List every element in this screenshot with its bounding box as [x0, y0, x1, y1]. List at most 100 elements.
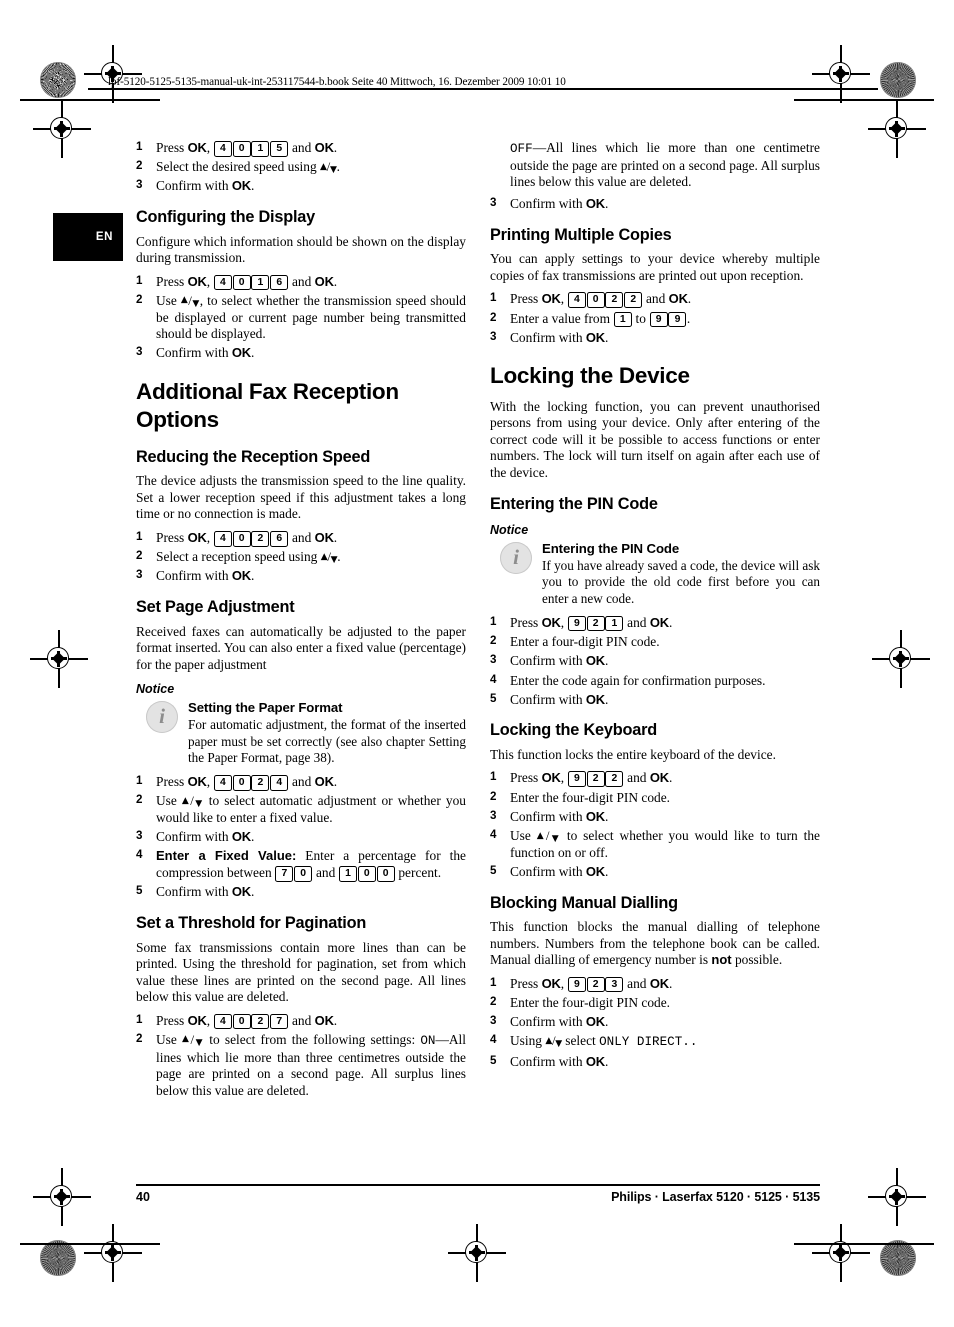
registration-mark-bottom-left [84, 1224, 142, 1282]
setting-off-description: OFF—All lines which lie more than one ce… [510, 140, 820, 190]
step-text: Use ▲/▼ to select from the following set… [156, 1031, 467, 1098]
ok-key-label: OK [314, 530, 334, 546]
list-item: 1 Press OK, 4027 and OK. [136, 1013, 466, 1030]
key-box: 0 [586, 292, 605, 308]
ok-key-label: OK [649, 614, 669, 630]
list-item: 1 Press OK, 921 and OK. [490, 615, 820, 632]
list-item: 2 Select the desired speed using ▲/▼. [136, 159, 466, 176]
up-down-arrow-icon: ▲/▼ [536, 828, 561, 845]
display-value-on: ON [420, 1033, 436, 1048]
info-icon: i [146, 701, 178, 734]
registration-mark-bottom-center [448, 1224, 506, 1282]
step-text: Select the desired speed using ▲/▼. [156, 159, 340, 176]
list-item: OFF—All lines which lie more than one ce… [490, 140, 820, 191]
ok-key-label: OK [187, 774, 207, 790]
key-box: 0 [232, 775, 251, 791]
intro-configuring-the-display: Configure which information should be sh… [136, 233, 466, 266]
ok-key-label: OK [187, 530, 207, 546]
key-box: 0 [376, 866, 395, 882]
up-down-arrow-icon: ▲/▼ [320, 159, 337, 176]
intro-reducing-reception-speed: The device adjusts the transmission spee… [136, 473, 466, 522]
ok-key-label: OK [231, 884, 251, 900]
step-text: Press OK, 4022 and OK. [510, 291, 692, 308]
ok-key-label: OK [231, 568, 251, 584]
key-box: 2 [586, 771, 605, 787]
step-text: Confirm with OK. [510, 808, 609, 824]
step-text: Enter the four-digit PIN code. [510, 789, 671, 805]
registration-mark-top-right-lower [868, 100, 926, 158]
off-setting-list: OFF—All lines which lie more than one ce… [490, 140, 820, 213]
key-box: 9 [668, 311, 687, 328]
step-number: 3 [490, 1014, 497, 1028]
key-box: 0 [357, 866, 376, 882]
step-number: 3 [490, 653, 497, 667]
heading-printing-multiple-copies: Printing Multiple Copies [490, 225, 672, 244]
up-down-arrow-icon: ▲/▼ [182, 1031, 205, 1048]
step-number: 1 [136, 774, 143, 788]
step-number: 5 [490, 863, 497, 877]
display-value-off: OFF [510, 142, 533, 156]
step-text: Use ▲/▼ to select automatic adjustment o… [156, 793, 466, 826]
list-item: 1 Press OK, 4016 and OK. [136, 274, 466, 291]
ok-key-label: OK [668, 291, 688, 307]
key-box: 1 [613, 311, 632, 328]
registration-mark-middle-right [872, 630, 930, 688]
key-box: 7 [270, 1013, 289, 1030]
list-item: 1 Press OK, 4026 and OK. [136, 530, 466, 547]
key-box: 2 [251, 531, 270, 547]
footer-brand: Philips · Laserfax 5120 · 5125 · 5135 [611, 1190, 820, 1204]
footer-page-number: 40 [136, 1190, 150, 1204]
page-adjustment-steps: 1 Press OK, 4024 and OK. 2 Use ▲/▼ to se… [136, 774, 466, 901]
step-number: 4 [490, 1033, 497, 1047]
key-box: 9 [567, 615, 586, 632]
step-text: Press OK, 921 and OK. [510, 614, 673, 632]
ok-key-label: OK [585, 196, 605, 212]
step-number: 3 [136, 568, 143, 582]
step-number: 4 [490, 672, 497, 686]
step-text: Press OK, 4027 and OK. [156, 1012, 338, 1030]
ok-key-label: OK [314, 774, 334, 790]
ok-key-label: OK [231, 345, 251, 361]
key-box: 1 [251, 274, 270, 291]
list-item: 3 Confirm with OK. [136, 568, 466, 585]
step-number: 2 [490, 994, 497, 1008]
step-text: Press OK, 4024 and OK. [156, 774, 338, 791]
list-item: 5 Confirm with OK. [136, 884, 466, 901]
step-text: Press OK, 4026 and OK. [156, 530, 338, 547]
step-text: Confirm with OK. [510, 329, 609, 345]
list-item: 2 Enter the four-digit PIN code. [490, 790, 820, 807]
step-text: Confirm with OK. [510, 1014, 609, 1030]
notice-block-pin-code: i Entering the PIN Code If you have alre… [490, 541, 820, 607]
key-box: 6 [270, 531, 289, 547]
trim-line-top-left-short [20, 99, 160, 101]
registration-mark-bottom-right-upper [868, 1168, 926, 1226]
step-text: Press OK, 4015 and OK. [156, 140, 338, 157]
step-text: Confirm with OK. [156, 568, 255, 584]
step-number: 5 [490, 691, 497, 705]
registration-mark-top-left-lower [33, 100, 91, 158]
step-text: Press OK, 922 and OK. [510, 770, 673, 787]
step-text: Confirm with OK. [156, 829, 255, 845]
step-number: 2 [136, 1031, 143, 1045]
list-item: 5 Confirm with OK. [490, 864, 820, 881]
key-box: 6 [270, 274, 289, 291]
step-text: Confirm with OK. [156, 178, 255, 194]
ok-key-label: OK [231, 178, 251, 194]
notice-block-paper-format: i Setting the Paper Format For automatic… [136, 700, 466, 766]
list-item: 1 Press OK, 4015 and OK. [136, 140, 466, 157]
step-number: 1 [136, 1012, 143, 1026]
step-text: Use ▲/▼ to select whether you would like… [510, 828, 821, 860]
intro-printing-multiple-copies: You can apply settings to your device wh… [490, 251, 820, 283]
reducing-speed-steps: 1 Press OK, 4026 and OK. 2 Select a rece… [136, 530, 466, 585]
heading-entering-the-pin-code: Entering the PIN Code [490, 494, 658, 513]
ok-key-label: OK [541, 975, 561, 991]
moire-target-top-left [40, 62, 76, 98]
heading-reducing-the-reception-speed: Reducing the Reception Speed [136, 447, 371, 466]
registration-mark-top-right [812, 45, 870, 103]
list-item: 4 Using ▲/▼ select ONLY DIRECT.. [490, 1033, 820, 1051]
step-text: Select a reception speed using ▲/▼. [156, 549, 341, 566]
key-box: 2 [605, 292, 624, 308]
key-box: 3 [605, 976, 624, 993]
notice-label: Notice [136, 682, 175, 697]
threshold-steps: 1 Press OK, 4027 and OK. 2 Use ▲/▼ to se… [136, 1013, 466, 1100]
